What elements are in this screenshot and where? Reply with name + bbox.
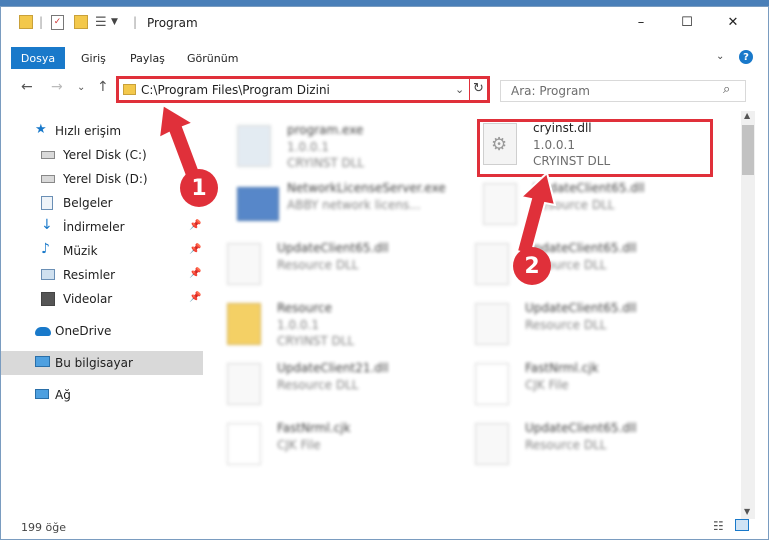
- annotation-arrows: [157, 103, 557, 257]
- arrow-2: [515, 171, 557, 257]
- step-badge-2: 2: [513, 247, 551, 285]
- step-badge-1: 1: [180, 169, 218, 207]
- explorer-window: | ✓ ☰ ▼ | Program – ☐ ✕ Dosya Giriş Payl…: [0, 6, 769, 540]
